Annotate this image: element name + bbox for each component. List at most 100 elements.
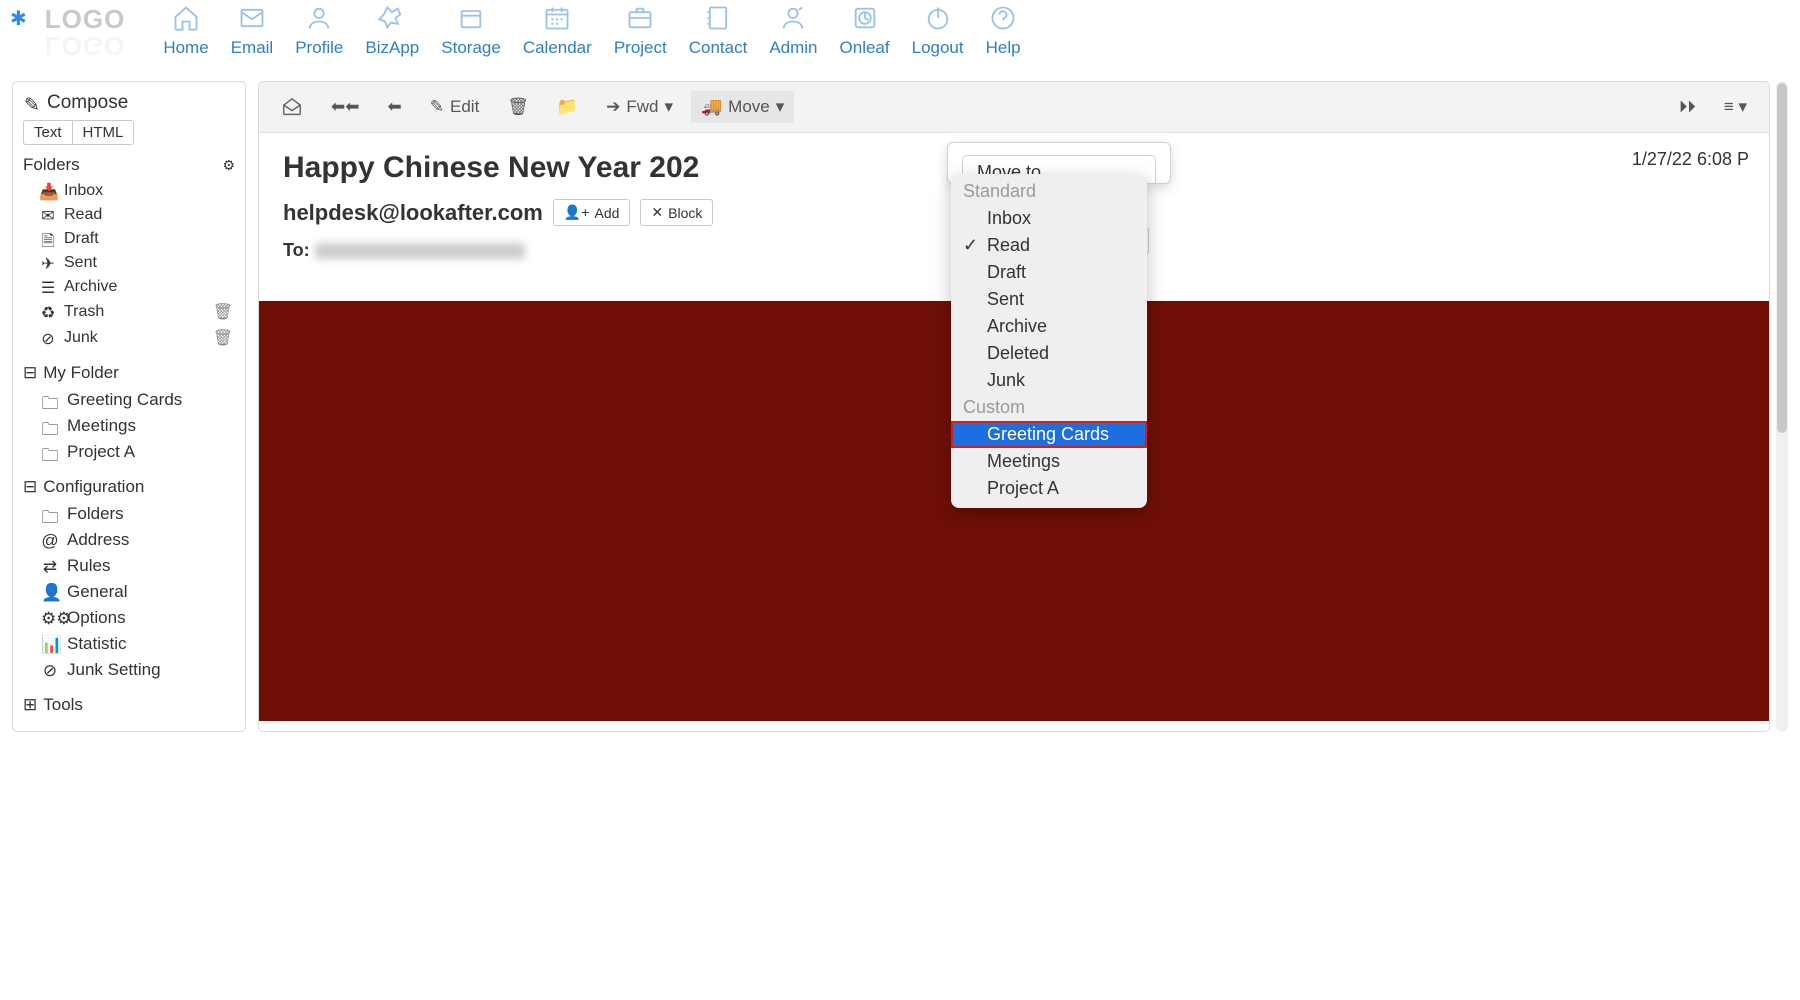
menu-item-archive[interactable]: Archive	[951, 313, 1147, 340]
move-button[interactable]: 🚚 Move ▾	[691, 91, 794, 123]
compose-text-button[interactable]: Text	[23, 120, 73, 145]
folder-icon: 🗀	[41, 391, 59, 409]
folder-draft[interactable]: 🗎Draft	[23, 227, 235, 251]
folder-archive[interactable]: ☰Archive	[23, 275, 235, 299]
nav-calendar[interactable]: Calendar	[523, 4, 592, 58]
config-address[interactable]: @Address	[23, 527, 235, 553]
minus-box-icon: ⊟	[23, 477, 37, 497]
reply-button[interactable]: ⬅	[378, 91, 412, 123]
menu-item-meetings[interactable]: Meetings	[951, 448, 1147, 475]
folder-read[interactable]: ✉Read	[23, 203, 235, 227]
user-icon: 👤	[41, 583, 59, 601]
myfolder-meetings[interactable]: 🗀Meetings	[23, 413, 235, 439]
nav-home[interactable]: Home	[163, 4, 208, 58]
folders-settings-icon[interactable]: ⚙	[222, 157, 235, 174]
envelope-open-icon: ✉	[39, 206, 57, 224]
nav-onleaf[interactable]: Onleaf	[840, 4, 890, 58]
trash-icon[interactable]: 🗑	[213, 302, 233, 322]
reply-all-button[interactable]: ⬅⬅	[321, 91, 370, 123]
forward-button[interactable]: ➔ Fwd ▾	[596, 91, 683, 123]
archive-icon: ☰	[39, 278, 57, 296]
plus-box-icon: ⊞	[23, 695, 37, 715]
cogs-icon: ⚙⚙	[41, 609, 59, 627]
open-envelope-button[interactable]	[271, 90, 313, 124]
nav-storage[interactable]: Storage	[441, 4, 501, 58]
user-plus-icon: 👤+	[564, 204, 590, 221]
menu-item-deleted[interactable]: Deleted	[951, 340, 1147, 367]
pencil-icon: ✎	[430, 97, 444, 117]
x-icon: ✕	[651, 204, 663, 221]
myfolder-greeting-cards[interactable]: 🗀Greeting Cards	[23, 387, 235, 413]
message-timestamp: 1/27/22 6:08 P	[1632, 149, 1749, 170]
truck-icon: 🚚	[701, 97, 722, 117]
myfolder-header[interactable]: ⊟My Folder	[23, 363, 235, 383]
ban-icon: ⊘	[39, 329, 57, 347]
archive-button[interactable]: 📁	[547, 91, 588, 123]
sidebar: ✎Compose Text HTML Folders ⚙ 📥Inbox ✉Read…	[12, 81, 246, 732]
menu-item-project-a[interactable]: Project A	[951, 475, 1147, 502]
next-button[interactable]: ⏵⏵	[1669, 91, 1706, 123]
nav-help[interactable]: Help	[986, 4, 1021, 58]
nav-email[interactable]: Email	[231, 4, 274, 58]
delete-button[interactable]: 🗑	[497, 91, 539, 123]
hamburger-menu-button[interactable]: ≡ ▾	[1714, 91, 1757, 123]
configuration-header[interactable]: ⊟Configuration	[23, 477, 235, 497]
scrollbar[interactable]	[1776, 81, 1788, 732]
compose-html-button[interactable]: HTML	[73, 120, 135, 145]
scrollbar-thumb[interactable]	[1777, 83, 1787, 433]
config-rules[interactable]: ⇄Rules	[23, 553, 235, 579]
folder-icon: 🗀	[41, 505, 59, 523]
top-navbar: ✱ LOGO LOGO Home Email Profile BizApp St…	[0, 0, 1800, 67]
config-options[interactable]: ⚙⚙Options	[23, 605, 235, 631]
menu-item-sent[interactable]: Sent	[951, 286, 1147, 313]
menu-item-junk[interactable]: Junk	[951, 367, 1147, 394]
folder-inbox[interactable]: 📥Inbox	[23, 179, 235, 203]
myfolder-project-a[interactable]: 🗀Project A	[23, 439, 235, 465]
folder-icon: 🗀	[41, 443, 59, 461]
folder-junk[interactable]: ⊘Junk🗑	[23, 325, 235, 351]
folder-trash[interactable]: ♻Trash🗑	[23, 299, 235, 325]
move-menu: Standard Inbox ✓Read Draft Sent Archive …	[951, 174, 1147, 508]
app-badge-icon: ✱	[10, 6, 27, 31]
config-general[interactable]: 👤General	[23, 579, 235, 605]
trash-icon[interactable]: 🗑	[213, 328, 233, 348]
menu-item-inbox[interactable]: Inbox	[951, 205, 1147, 232]
menu-header-standard: Standard	[951, 178, 1147, 205]
chart-icon: 📊	[41, 635, 59, 653]
message-from: helpdesk@lookafter.com	[283, 200, 543, 226]
paper-plane-icon: ✈	[39, 254, 57, 272]
menu-item-draft[interactable]: Draft	[951, 259, 1147, 286]
message-view: ⬅⬅ ⬅ ✎ Edit 🗑 📁 ➔ Fwd ▾ 🚚 Move ▾ ⏵⏵ ≡ ▾ …	[258, 81, 1770, 732]
to-label: To:	[283, 240, 310, 260]
nav-project[interactable]: Project	[614, 4, 667, 58]
inbox-icon: 📥	[39, 182, 57, 200]
nav-bizapp[interactable]: BizApp	[365, 4, 419, 58]
nav-logout[interactable]: Logout	[912, 4, 964, 58]
config-junk-setting[interactable]: ⊘Junk Setting	[23, 657, 235, 683]
nav-profile[interactable]: Profile	[295, 4, 343, 58]
config-folders[interactable]: 🗀Folders	[23, 501, 235, 527]
ban-icon: ⊘	[41, 661, 59, 679]
folders-header: Folders	[23, 155, 80, 175]
minus-box-icon: ⊟	[23, 363, 37, 383]
tools-header[interactable]: ⊞Tools	[23, 695, 235, 715]
file-icon: 🗎	[39, 230, 57, 248]
app-logo: LOGO LOGO	[45, 4, 126, 35]
block-contact-button[interactable]: ✕Block	[640, 199, 713, 226]
check-icon: ✓	[963, 235, 978, 256]
folder-icon: 🗀	[41, 417, 59, 435]
menu-item-read[interactable]: ✓Read	[951, 232, 1147, 259]
compose-icon: ✎	[23, 94, 41, 112]
compose-button[interactable]: ✎Compose	[23, 92, 235, 114]
message-toolbar: ⬅⬅ ⬅ ✎ Edit 🗑 📁 ➔ Fwd ▾ 🚚 Move ▾ ⏵⏵ ≡ ▾	[259, 82, 1769, 133]
folder-list: 📥Inbox ✉Read 🗎Draft ✈Sent ☰Archive ♻Tras…	[23, 179, 235, 351]
nav-admin[interactable]: Admin	[769, 4, 817, 58]
add-contact-button[interactable]: 👤+Add	[553, 199, 631, 226]
nav-items: Home Email Profile BizApp Storage Calend…	[163, 4, 1020, 58]
nav-contact[interactable]: Contact	[689, 4, 748, 58]
edit-button[interactable]: ✎ Edit	[420, 91, 490, 123]
exchange-icon: ⇄	[41, 557, 59, 575]
folder-sent[interactable]: ✈Sent	[23, 251, 235, 275]
config-statistic[interactable]: 📊Statistic	[23, 631, 235, 657]
menu-item-greeting-cards[interactable]: Greeting Cards	[951, 421, 1147, 448]
